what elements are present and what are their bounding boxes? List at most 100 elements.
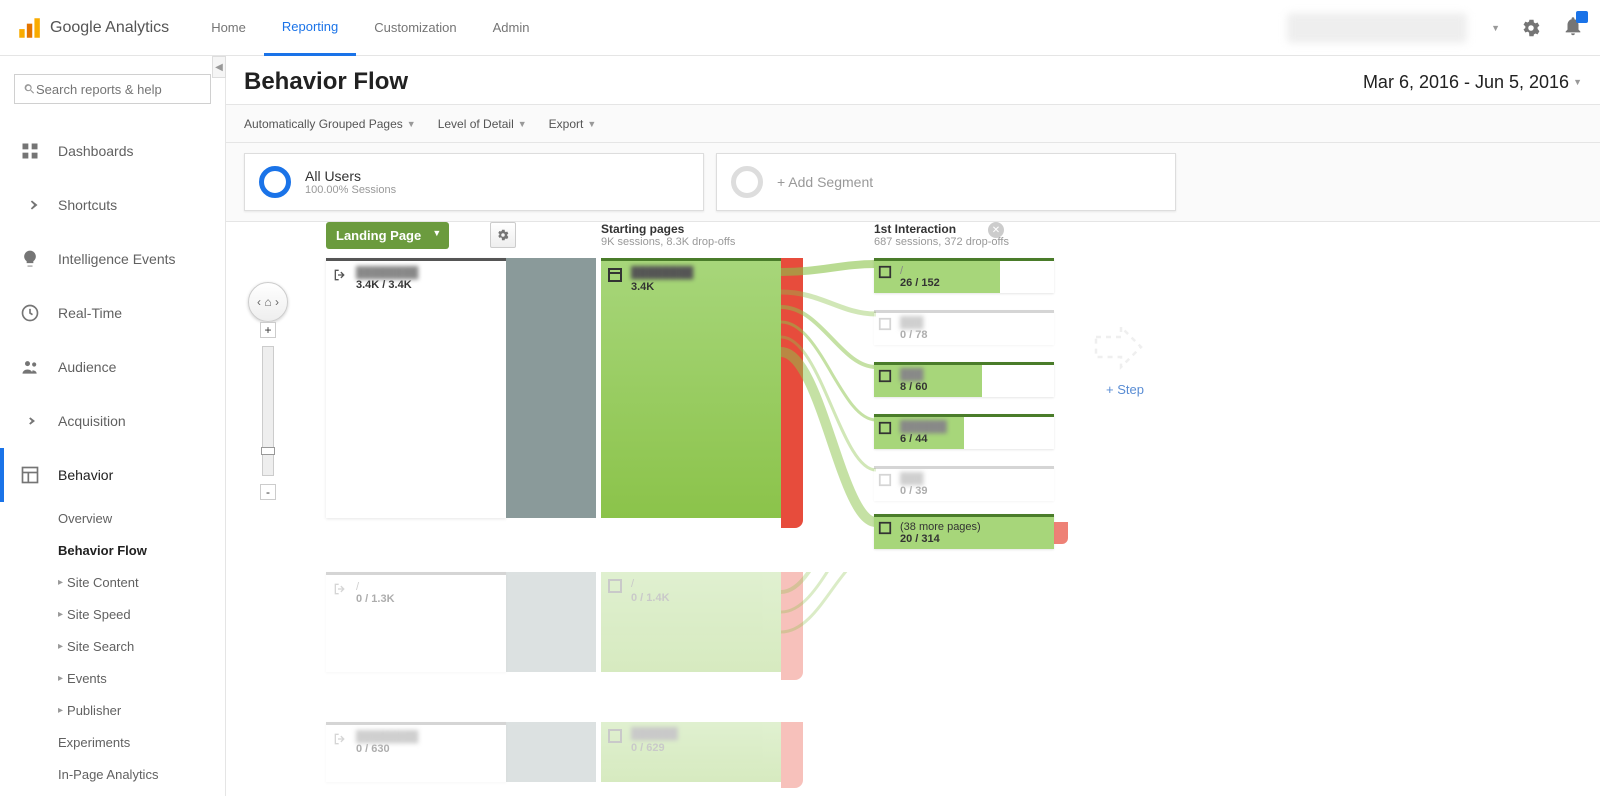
segment-circle-icon (259, 166, 291, 198)
zoom-in-button[interactable]: + (260, 322, 276, 338)
add-step-button[interactable]: + Step (1106, 382, 1144, 397)
starting-node[interactable]: ████████ 3.4K (601, 258, 781, 518)
page-icon (878, 369, 892, 383)
logo[interactable]: Google Analytics (16, 15, 169, 41)
interaction-node[interactable]: ███ 0 / 78 (874, 310, 1054, 345)
chevron-down-icon: ▼ (1573, 77, 1582, 87)
sidebar-label: Shortcuts (58, 197, 117, 213)
top-right: ▼ (1287, 13, 1584, 43)
interaction-node[interactable]: ███ 0 / 39 (874, 466, 1054, 501)
top-nav: Home Reporting Customization Admin (193, 0, 547, 56)
dropoff-indicator (1054, 522, 1068, 544)
shortcuts-icon (20, 195, 40, 215)
sidebar-item-dashboards[interactable]: Dashboards (0, 124, 225, 178)
segment-title: All Users (305, 168, 396, 184)
sub-site-speed[interactable]: ▸Site Speed (58, 598, 225, 630)
sidebar-label: Intelligence Events (58, 251, 176, 267)
report-toolbar: Automatically Grouped Pages▼ Level of De… (226, 105, 1600, 143)
sidebar-item-shortcuts[interactable]: Shortcuts (0, 178, 225, 232)
remove-column-button[interactable]: ✕ (988, 222, 1004, 238)
sidebar-item-behavior[interactable]: Behavior (0, 448, 225, 502)
notification-badge (1576, 11, 1588, 23)
people-icon (20, 357, 40, 377)
account-selector[interactable] (1287, 13, 1467, 43)
caret-icon: ▸ (58, 673, 63, 684)
sidebar-item-intelligence[interactable]: Intelligence Events (0, 232, 225, 286)
analytics-logo-icon (16, 15, 42, 41)
entry-icon (332, 267, 348, 283)
sidebar-item-acquisition[interactable]: Acquisition (0, 394, 225, 448)
flow-connector (506, 722, 596, 782)
sub-site-content[interactable]: ▸Site Content (58, 566, 225, 598)
content-header: Behavior Flow Mar 6, 2016 - Jun 5, 2016 … (226, 56, 1600, 105)
page-icon (878, 473, 892, 487)
zoom-handle[interactable] (261, 447, 275, 455)
interaction-node-more[interactable]: (38 more pages) 20 / 314 (874, 514, 1054, 549)
caret-icon: ▸ (58, 577, 63, 588)
interaction-node[interactable]: ██████ 6 / 44 (874, 414, 1054, 449)
starting-node[interactable]: ██████ 0 / 629 (601, 722, 781, 782)
toolbar-detail[interactable]: Level of Detail▼ (438, 117, 527, 131)
chevron-down-icon: ▼ (407, 119, 416, 129)
nav-home[interactable]: Home (193, 0, 264, 56)
zoom-slider[interactable] (262, 346, 274, 476)
search-input[interactable] (36, 82, 202, 97)
landing-node[interactable]: ████████ 0 / 630 (326, 722, 506, 782)
toolbar-export[interactable]: Export▼ (549, 117, 597, 131)
gear-icon (496, 228, 510, 242)
sidebar-label: Dashboards (58, 143, 134, 159)
interaction-node[interactable]: ███ 8 / 60 (874, 362, 1054, 397)
entry-icon (332, 581, 348, 597)
sidebar-collapse-button[interactable]: ◀ (212, 56, 226, 78)
search-box[interactable] (14, 74, 211, 104)
add-segment-label: + Add Segment (777, 174, 873, 190)
content: Behavior Flow Mar 6, 2016 - Jun 5, 2016 … (226, 56, 1600, 796)
sub-publisher[interactable]: ▸Publisher (58, 694, 225, 726)
nav-reporting[interactable]: Reporting (264, 0, 356, 56)
sidebar: ◀ Dashboards Shortcuts Intelligence Even… (0, 56, 226, 796)
zoom-out-button[interactable]: - (260, 484, 276, 500)
date-range-picker[interactable]: Mar 6, 2016 - Jun 5, 2016 ▼ (1363, 72, 1582, 93)
toolbar-grouped-pages[interactable]: Automatically Grouped Pages▼ (244, 117, 416, 131)
flow-connector (506, 258, 596, 518)
nav-customization[interactable]: Customization (356, 0, 474, 56)
flow-zoom-controls: ‹ ⌂ › + - (248, 282, 288, 500)
home-zoom-button[interactable]: ‹ ⌂ › (248, 282, 288, 322)
add-segment-button[interactable]: + Add Segment (716, 153, 1176, 211)
bulb-icon (20, 249, 40, 269)
segment-row: All Users 100.00% Sessions + Add Segment (226, 143, 1600, 222)
caret-icon: ▸ (58, 641, 63, 652)
sidebar-item-realtime[interactable]: Real-Time (0, 286, 225, 340)
page-icon (607, 578, 623, 594)
sub-experiments[interactable]: Experiments (58, 726, 225, 758)
dashboards-icon (20, 141, 40, 161)
sub-overview[interactable]: Overview (58, 502, 225, 534)
sidebar-label: Audience (58, 359, 116, 375)
page-title: Behavior Flow (244, 68, 408, 96)
notifications-button[interactable] (1562, 15, 1584, 40)
flow-settings-button[interactable] (490, 222, 516, 248)
interaction-node[interactable]: / 26 / 152 (874, 258, 1054, 293)
behavior-sub-items: Overview Behavior Flow ▸Site Content ▸Si… (0, 502, 225, 790)
sidebar-item-audience[interactable]: Audience (0, 340, 225, 394)
segment-all-users[interactable]: All Users 100.00% Sessions (244, 153, 704, 211)
starting-node[interactable]: / 0 / 1.4K (601, 572, 781, 672)
chevron-down-icon: ▼ (518, 119, 527, 129)
landing-node[interactable]: ████████ 3.4K / 3.4K (326, 258, 506, 518)
logo-text: Google Analytics (50, 19, 169, 37)
sub-site-search[interactable]: ▸Site Search (58, 630, 225, 662)
landing-node[interactable]: / 0 / 1.3K (326, 572, 506, 672)
flow-connector (506, 572, 596, 672)
landing-page-dropdown[interactable]: Landing Page (326, 222, 449, 249)
sidebar-label: Acquisition (58, 413, 126, 429)
nav-admin[interactable]: Admin (475, 0, 548, 56)
settings-gear-icon[interactable] (1520, 17, 1542, 39)
sub-behavior-flow[interactable]: Behavior Flow (58, 534, 225, 566)
sub-events[interactable]: ▸Events (58, 662, 225, 694)
page-icon (607, 267, 623, 283)
sidebar-label: Behavior (58, 467, 113, 483)
page-icon (878, 421, 892, 435)
chevron-down-icon: ▼ (587, 119, 596, 129)
sub-inpage[interactable]: In-Page Analytics (58, 758, 225, 790)
account-caret-icon[interactable]: ▼ (1491, 23, 1500, 33)
